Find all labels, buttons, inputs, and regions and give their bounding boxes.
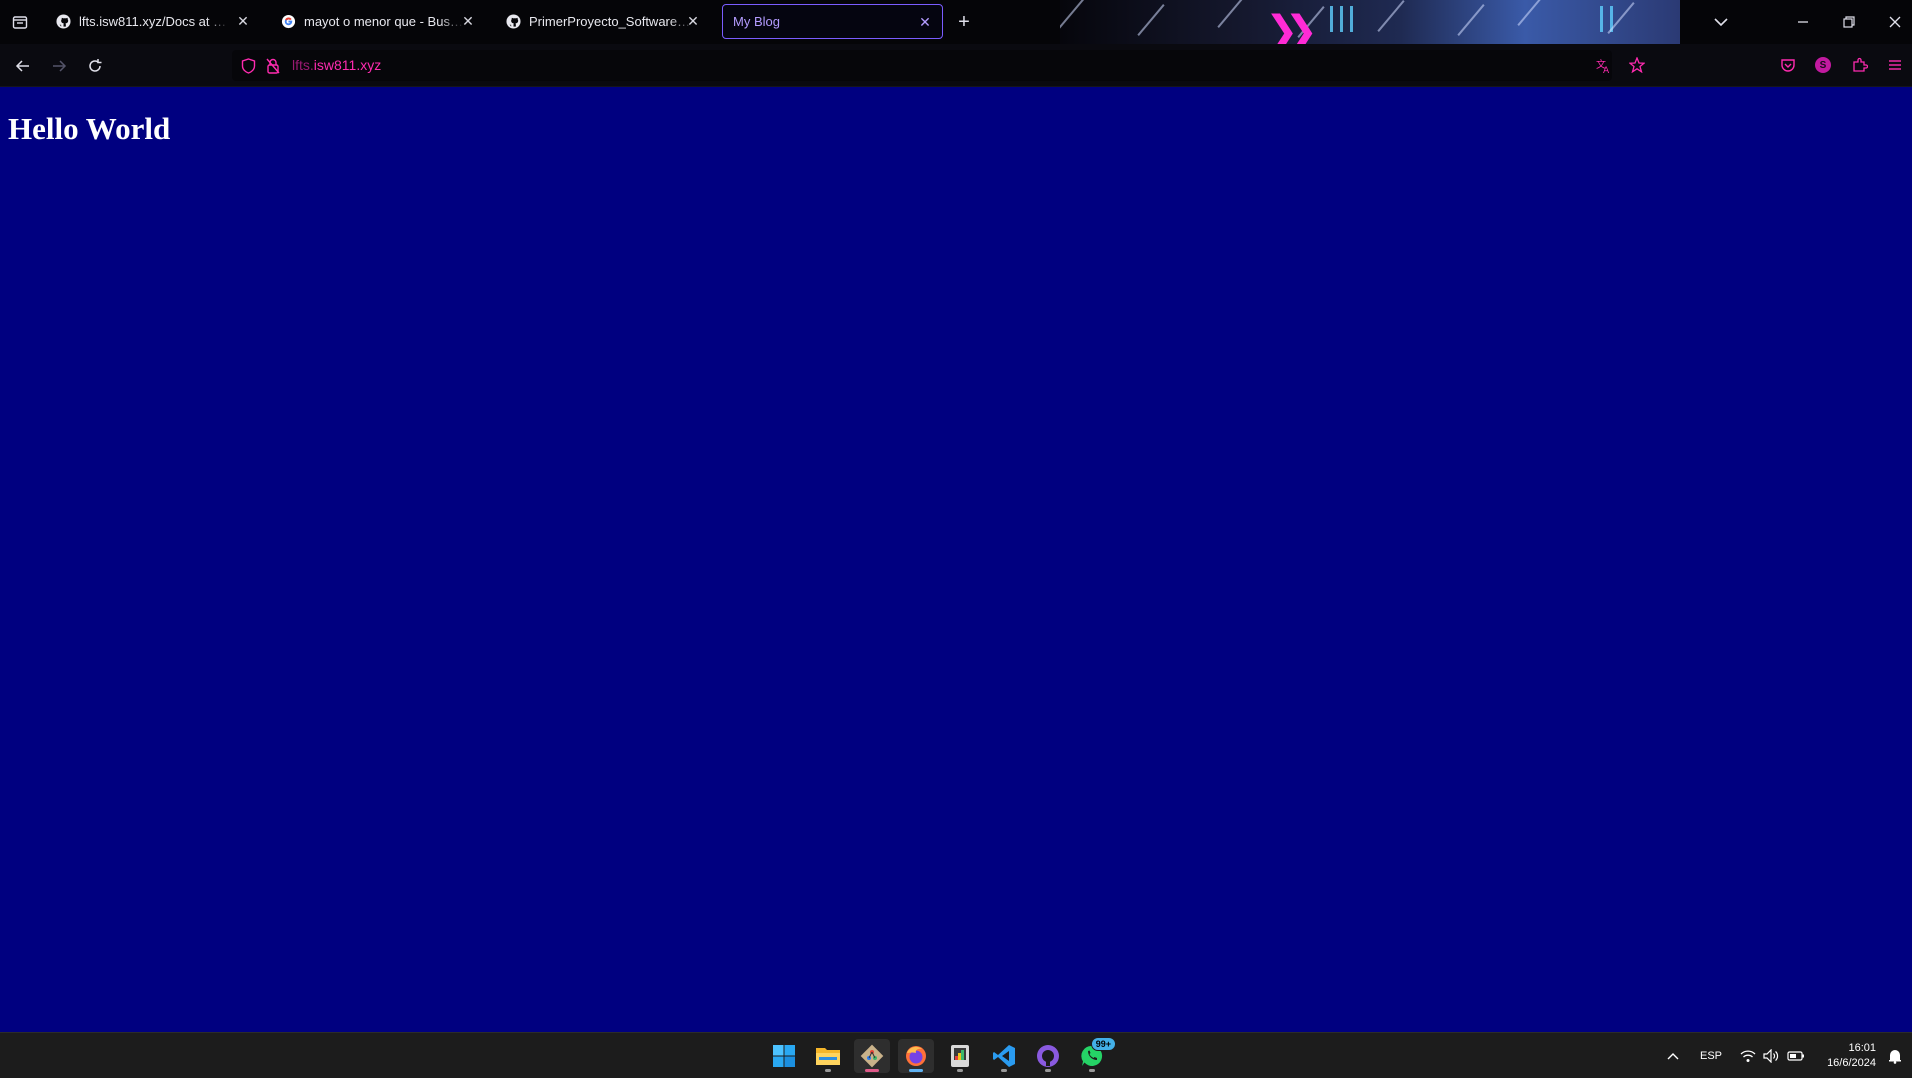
screen: ❯❯ lfts.isw811.xyz/Docs at main · St ✕ m… <box>0 0 1912 1078</box>
taskbar-whatsapp[interactable]: 99+ <box>1074 1037 1116 1073</box>
close-window-button[interactable] <box>1882 10 1908 34</box>
git-icon <box>860 1044 884 1068</box>
pocket-icon <box>1781 59 1795 72</box>
battery-icon <box>1787 1051 1804 1061</box>
navigation-toolbar: lfts.isw811.xyz 文A S <box>0 44 1912 87</box>
tab-github-docs[interactable]: lfts.isw811.xyz/Docs at main · St ✕ <box>45 4 260 39</box>
taskbar-github-desktop[interactable] <box>1030 1039 1066 1073</box>
insecure-lock-icon[interactable] <box>264 57 282 75</box>
image-app-icon <box>951 1045 969 1067</box>
hamburger-menu-icon <box>1889 60 1901 70</box>
network-button[interactable] <box>1738 1045 1758 1067</box>
taskbar-vscode[interactable] <box>986 1039 1022 1073</box>
avatar: S <box>1815 57 1831 73</box>
pocket-button[interactable] <box>1777 54 1799 76</box>
close-icon[interactable]: ✕ <box>459 12 477 30</box>
tab-label: My Blog <box>733 14 780 29</box>
battery-button[interactable] <box>1785 1045 1807 1067</box>
github-icon <box>505 14 521 30</box>
github-icon <box>55 14 71 30</box>
running-indicator <box>1001 1069 1007 1072</box>
firefox-view-button[interactable] <box>8 10 32 34</box>
svg-text:A: A <box>1603 66 1610 74</box>
taskbar-image-app[interactable] <box>942 1039 978 1073</box>
tab-label: PrimerProyecto_SoftwareLibre/ <box>529 14 694 29</box>
app-menu-button[interactable] <box>1884 54 1906 76</box>
minimize-button[interactable] <box>1790 10 1816 34</box>
folder-icon <box>816 1048 840 1065</box>
taskbar-git[interactable] <box>854 1039 890 1073</box>
restore-icon <box>1843 16 1855 28</box>
chevron-graphic: ❯❯ <box>1265 8 1318 44</box>
web-page-content: Hello World <box>0 87 1912 1032</box>
running-indicator <box>865 1069 879 1072</box>
account-button[interactable]: S <box>1812 54 1834 76</box>
wifi-icon <box>1740 1050 1756 1062</box>
extensions-button[interactable] <box>1849 54 1871 76</box>
chevron-down-icon <box>1714 18 1728 27</box>
close-icon[interactable]: ✕ <box>916 13 934 31</box>
start-button[interactable] <box>766 1039 802 1073</box>
google-icon <box>280 14 296 30</box>
running-indicator <box>825 1069 831 1072</box>
list-all-tabs-button[interactable] <box>1708 10 1734 34</box>
plus-icon: + <box>958 10 970 33</box>
tracking-protection-shield-icon[interactable] <box>239 57 257 75</box>
forward-button[interactable] <box>46 54 72 78</box>
back-button[interactable] <box>10 54 36 78</box>
url-domain: isw811.xyz <box>313 57 382 73</box>
minimize-icon <box>1798 21 1808 23</box>
theme-background-art: ❯❯ <box>1060 0 1680 44</box>
url-bar[interactable]: lfts.isw811.xyz 文A <box>232 50 1612 81</box>
firefox-view-icon <box>12 16 28 29</box>
tab-label: mayot o menor que - Buscar co <box>304 14 464 29</box>
new-tab-button[interactable]: + <box>952 10 976 34</box>
translate-button[interactable]: 文A <box>1594 56 1614 76</box>
clock-date: 16/6/2024 <box>1827 1057 1876 1069</box>
arrow-right-icon <box>53 60 67 72</box>
bell-icon <box>1889 1050 1901 1064</box>
notifications-button[interactable] <box>1884 1045 1906 1067</box>
puzzle-icon <box>1853 57 1868 72</box>
taskbar-file-explorer[interactable] <box>810 1039 846 1073</box>
close-icon <box>1889 16 1901 28</box>
tab-label: lfts.isw811.xyz/Docs at main · St <box>79 14 229 29</box>
bookmark-star-button[interactable] <box>1626 54 1648 76</box>
translate-icon: 文A <box>1596 58 1610 74</box>
tab-my-blog[interactable]: My Blog ✕ <box>722 4 943 39</box>
language-indicator[interactable]: ESP <box>1700 1050 1722 1062</box>
github-desktop-icon <box>1037 1045 1059 1067</box>
reload-icon <box>89 59 102 72</box>
vscode-icon <box>993 1045 1015 1067</box>
arrow-left-icon <box>15 60 29 72</box>
windows-start-icon <box>773 1045 795 1067</box>
show-hidden-icons-button[interactable] <box>1662 1045 1684 1067</box>
tab-github-project[interactable]: PrimerProyecto_SoftwareLibre/ ✕ <box>495 4 710 39</box>
page-heading: Hello World <box>8 111 171 146</box>
url-text[interactable]: lfts.isw811.xyz <box>292 57 381 73</box>
clock-time: 16:01 <box>1848 1042 1876 1054</box>
close-icon[interactable]: ✕ <box>234 12 252 30</box>
volume-button[interactable] <box>1761 1045 1781 1067</box>
tab-strip: ❯❯ lfts.isw811.xyz/Docs at main · St ✕ m… <box>0 0 1912 44</box>
running-indicator <box>957 1069 963 1072</box>
tab-google-search[interactable]: mayot o menor que - Buscar co ✕ <box>270 4 485 39</box>
url-subdomain: lfts. <box>292 57 314 73</box>
firefox-icon <box>906 1046 926 1066</box>
reload-button[interactable] <box>82 54 108 78</box>
restore-button[interactable] <box>1836 10 1862 34</box>
chevron-up-icon <box>1667 1053 1679 1060</box>
speaker-icon <box>1763 1049 1779 1063</box>
notification-badge: 99+ <box>1090 1037 1116 1051</box>
close-icon[interactable]: ✕ <box>684 12 702 30</box>
running-indicator <box>1045 1069 1051 1072</box>
running-indicator <box>1089 1069 1095 1072</box>
running-indicator <box>909 1069 923 1072</box>
star-icon <box>1629 57 1645 73</box>
clock[interactable]: 16:01 16/6/2024 <box>1820 1041 1876 1071</box>
windows-taskbar: 99+ ESP 16:01 16/6/2024 <box>0 1032 1912 1078</box>
taskbar-firefox[interactable] <box>898 1039 934 1073</box>
